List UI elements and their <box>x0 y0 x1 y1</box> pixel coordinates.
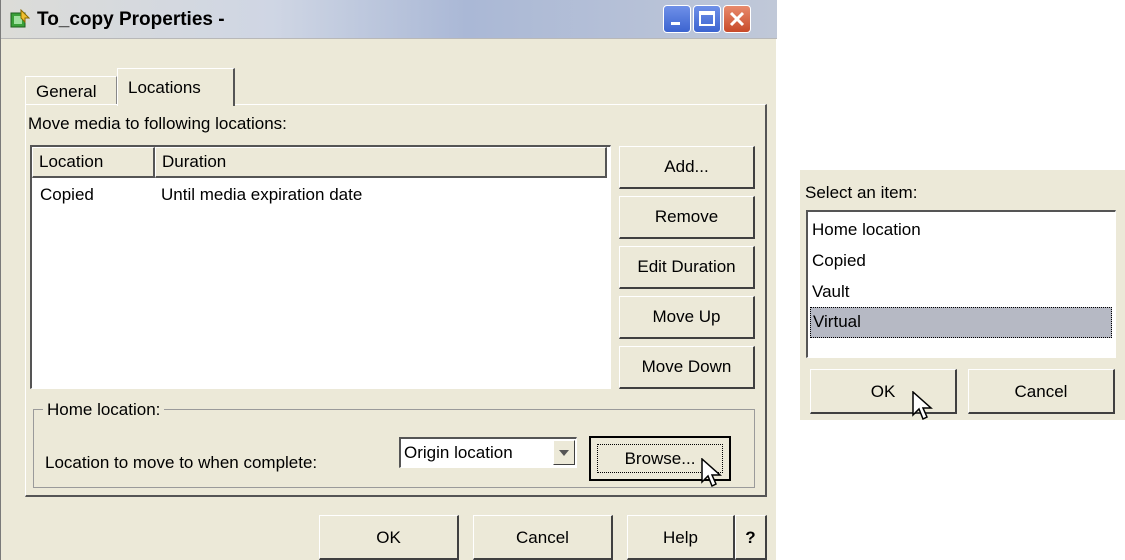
tab-locations[interactable]: Locations <box>117 68 235 106</box>
list-item[interactable]: Copied <box>810 245 1112 276</box>
cell-location: Copied <box>40 185 94 204</box>
select-cancel-button[interactable]: Cancel <box>968 369 1115 414</box>
dropdown-button[interactable] <box>553 440 575 465</box>
remove-button[interactable]: Remove <box>619 196 755 239</box>
home-location-group-title: Home location: <box>43 400 165 420</box>
locations-table[interactable]: Location Duration Copied Until media exp… <box>30 145 611 389</box>
mouse-pointer-icon <box>701 458 722 488</box>
list-item-selected[interactable]: Virtual <box>810 307 1112 338</box>
cell-duration: Until media expiration date <box>161 185 363 204</box>
mouse-pointer-icon <box>912 391 933 421</box>
properties-icon <box>10 9 30 28</box>
select-item-title: Select an item: <box>805 183 918 202</box>
move-down-button[interactable]: Move Down <box>619 346 755 389</box>
properties-window: To_copy Properties - General Locations M… <box>0 0 777 560</box>
close-icon <box>729 11 745 27</box>
tab-general-label: General <box>36 82 97 101</box>
select-ok-button[interactable]: OK <box>810 369 957 414</box>
minimize-button[interactable] <box>663 5 691 33</box>
help-button[interactable]: Help <box>627 515 735 560</box>
list-item[interactable]: Vault <box>810 276 1112 307</box>
close-button[interactable] <box>723 5 751 33</box>
add-button[interactable]: Add... <box>619 146 755 189</box>
tab-general[interactable]: General <box>25 76 117 104</box>
maximize-button[interactable] <box>693 5 721 33</box>
dropdown-value: Origin location <box>404 443 513 462</box>
help-icon[interactable]: ? <box>735 515 767 560</box>
column-header-location[interactable]: Location <box>32 147 155 178</box>
window-title: To_copy Properties - <box>37 9 225 30</box>
edit-duration-button[interactable]: Edit Duration <box>619 246 755 289</box>
chevron-down-icon <box>559 450 569 456</box>
title-bar[interactable]: To_copy Properties - <box>1 0 777 39</box>
minimize-icon <box>671 22 680 25</box>
cancel-button[interactable]: Cancel <box>473 515 613 560</box>
maximize-icon <box>699 11 715 26</box>
list-item[interactable]: Home location <box>810 214 1112 245</box>
ok-button[interactable]: OK <box>319 515 459 560</box>
column-header-duration[interactable]: Duration <box>155 147 607 178</box>
move-up-button[interactable]: Move Up <box>619 296 755 339</box>
instruction-label: Move media to following locations: <box>28 114 287 133</box>
item-listbox[interactable]: Home location Copied Vault Virtual <box>806 210 1116 358</box>
destination-label: Location to move to when complete: <box>45 453 318 472</box>
destination-dropdown[interactable]: Origin location <box>399 437 577 468</box>
tab-locations-label: Locations <box>128 78 201 97</box>
